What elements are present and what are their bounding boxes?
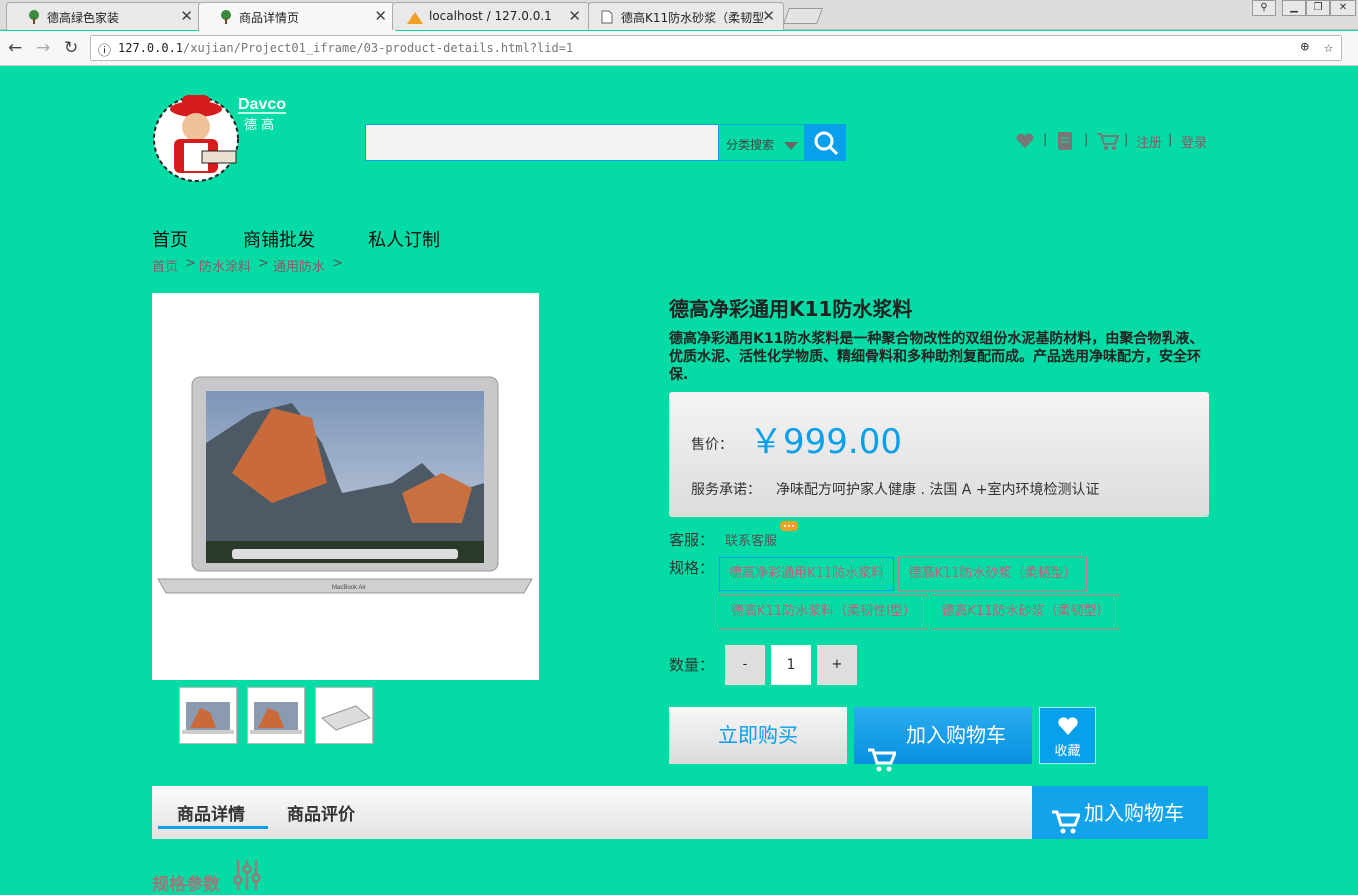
browser-tab-bar: 德高绿色家装 ✕ 商品详情页 ✕ localhost / 127.0.0.1 ✕…: [0, 0, 1358, 31]
browser-tab-phpmyadmin[interactable]: localhost / 127.0.0.1 ✕: [392, 2, 590, 30]
tree-favicon-icon: [27, 10, 41, 27]
price-label: 售价：: [691, 437, 733, 453]
tab-label: 德高K11防水砂浆（柔韧型: [621, 11, 765, 25]
nav-custom[interactable]: 私人订制: [368, 226, 440, 252]
login-link[interactable]: 登录: [1181, 132, 1207, 151]
favorite-button[interactable]: 收藏: [1039, 707, 1096, 764]
close-tab-icon[interactable]: ✕: [568, 7, 581, 25]
add-to-cart-label: 加入购物车: [906, 723, 1006, 747]
sticky-add-to-cart-label: 加入购物车: [1084, 801, 1184, 825]
quantity-increase-button[interactable]: +: [817, 645, 857, 685]
breadcrumb-home[interactable]: 首页: [152, 256, 178, 275]
product-main-image[interactable]: MacBook Air: [152, 293, 539, 680]
minimize-icon[interactable]: ▁: [1282, 0, 1306, 16]
product-title: 德高净彩通用K11防水浆料: [669, 297, 913, 321]
spec-option[interactable]: 德高K11防水砂浆（柔韧型）: [898, 557, 1087, 591]
breadcrumb-sep: >: [185, 256, 196, 271]
service-promise: 净味配方呵护家人健康 . 法国 A +室内环境检测认证: [776, 482, 1100, 498]
product-thumbnail-2[interactable]: [247, 687, 305, 744]
spec-option[interactable]: 德高K11防水砂浆（柔韧型）: [931, 595, 1120, 629]
nav-home[interactable]: 首页: [152, 226, 188, 252]
cart-icon[interactable]: [1097, 132, 1120, 154]
active-tab-indicator: [158, 826, 268, 829]
product-price: ￥999.00: [749, 422, 902, 462]
heart-icon: [1057, 716, 1079, 740]
tab-product-reviews[interactable]: 商品评价: [287, 800, 355, 825]
bookmark-star-icon[interactable]: ☆: [1324, 38, 1333, 56]
info-icon[interactable]: ⓘ: [98, 40, 111, 59]
spec-option[interactable]: 德高K11防水浆料（柔韧性I型）: [719, 595, 928, 629]
close-tab-icon[interactable]: ✕: [374, 7, 387, 25]
document-favicon-icon: [601, 10, 613, 27]
browser-tab-product[interactable]: 商品详情页 ✕: [198, 2, 396, 31]
tree-favicon-icon: [219, 10, 233, 27]
phpmyadmin-favicon-icon: [407, 10, 423, 27]
search-input[interactable]: [365, 124, 719, 161]
browser-tab-product-k11[interactable]: 德高K11防水砂浆（柔韧型 ✕: [588, 2, 784, 30]
url-path: /xujian/Project01_iframe/03-product-deta…: [183, 41, 574, 55]
product-thumbnail-1[interactable]: [179, 687, 237, 744]
chevron-down-icon: [784, 139, 798, 153]
contact-service-link[interactable]: 联系客服: [725, 530, 777, 549]
davco-logo[interactable]: Davco 德 高: [152, 93, 292, 189]
forward-arrow-icon[interactable]: →: [36, 38, 50, 58]
spec-params-heading: 规格参数: [152, 875, 220, 895]
detail-tab-strip: [152, 786, 1032, 839]
laptop-brand-text: MacBook Air: [332, 585, 366, 591]
tab-product-details[interactable]: 商品详情: [177, 800, 245, 825]
tab-label: 德高绿色家装: [47, 11, 120, 25]
price-panel: 售价： ￥999.00 服务承诺： 净味配方呵护家人健康 . 法国 A +室内环…: [669, 392, 1209, 517]
quantity-input[interactable]: 1: [771, 645, 811, 685]
product-description: 德高净彩通用K11防水浆料是一种聚合物改性的双组份水泥基防材料，由聚合物乳液、优…: [669, 331, 1204, 383]
separator: |: [1124, 132, 1129, 147]
logo-text: Davco: [238, 96, 286, 113]
restore-icon[interactable]: ❐: [1306, 0, 1330, 16]
separator: |: [1084, 132, 1089, 147]
url-input[interactable]: ⓘ 127.0.0.1/xujian/Project01_iframe/03-p…: [90, 35, 1342, 61]
reload-icon[interactable]: ↻: [64, 38, 78, 58]
sliders-icon: [233, 860, 261, 894]
url-host: 127.0.0.1: [118, 41, 184, 55]
breadcrumb-coatings[interactable]: 防水涂料: [199, 256, 251, 275]
tab-label: localhost / 127.0.0.1: [429, 9, 552, 23]
logo-subtext: 德 高: [244, 117, 274, 133]
spec-option[interactable]: 德高净彩通用K11防水浆料: [719, 557, 894, 591]
register-link[interactable]: 注册: [1136, 132, 1162, 151]
buy-now-button[interactable]: 立即购买: [669, 707, 847, 764]
breadcrumb-sep: >: [332, 256, 343, 271]
new-tab-button[interactable]: [783, 8, 823, 24]
sticky-add-to-cart-button[interactable]: 加入购物车: [1032, 786, 1208, 839]
search-category-label: 分类搜索: [726, 138, 775, 152]
nav-wholesale[interactable]: 商铺批发: [243, 226, 315, 252]
tab-label: 商品详情页: [239, 11, 300, 25]
browser-address-bar: ← → ↻ ⓘ 127.0.0.1/xujian/Project01_ifram…: [0, 31, 1358, 66]
browser-tab-home[interactable]: 德高绿色家装 ✕: [6, 2, 202, 30]
search-icon: [813, 130, 839, 160]
separator: |: [1168, 132, 1173, 147]
search-button[interactable]: [805, 124, 846, 161]
quantity-label: 数量：: [669, 656, 715, 674]
user-icon[interactable]: ⚲: [1252, 0, 1276, 16]
breadcrumb-sep: >: [258, 256, 269, 271]
back-arrow-icon[interactable]: ←: [8, 38, 22, 58]
close-window-icon[interactable]: ✕: [1330, 0, 1356, 16]
product-thumbnail-3[interactable]: [315, 687, 373, 744]
add-to-cart-button[interactable]: 加入购物车: [854, 707, 1032, 772]
quantity-decrease-button[interactable]: -: [725, 645, 765, 685]
zoom-icon[interactable]: ⊕: [1301, 39, 1309, 55]
heart-icon[interactable]: [1016, 133, 1034, 153]
customer-service-label: 客服：: [669, 531, 715, 549]
cart-icon: [1052, 800, 1082, 855]
breadcrumb-general[interactable]: 通用防水: [273, 256, 325, 275]
spec-label: 规格：: [669, 559, 715, 577]
separator: |: [1043, 132, 1048, 147]
chat-bubble-icon[interactable]: [780, 521, 798, 537]
close-tab-icon[interactable]: ✕: [762, 7, 775, 25]
service-label: 服务承诺：: [691, 482, 761, 498]
favorite-label: 收藏: [1054, 744, 1081, 759]
close-tab-icon[interactable]: ✕: [180, 7, 193, 25]
search-category-select[interactable]: 分类搜索: [718, 124, 805, 161]
document-icon[interactable]: [1058, 132, 1072, 154]
